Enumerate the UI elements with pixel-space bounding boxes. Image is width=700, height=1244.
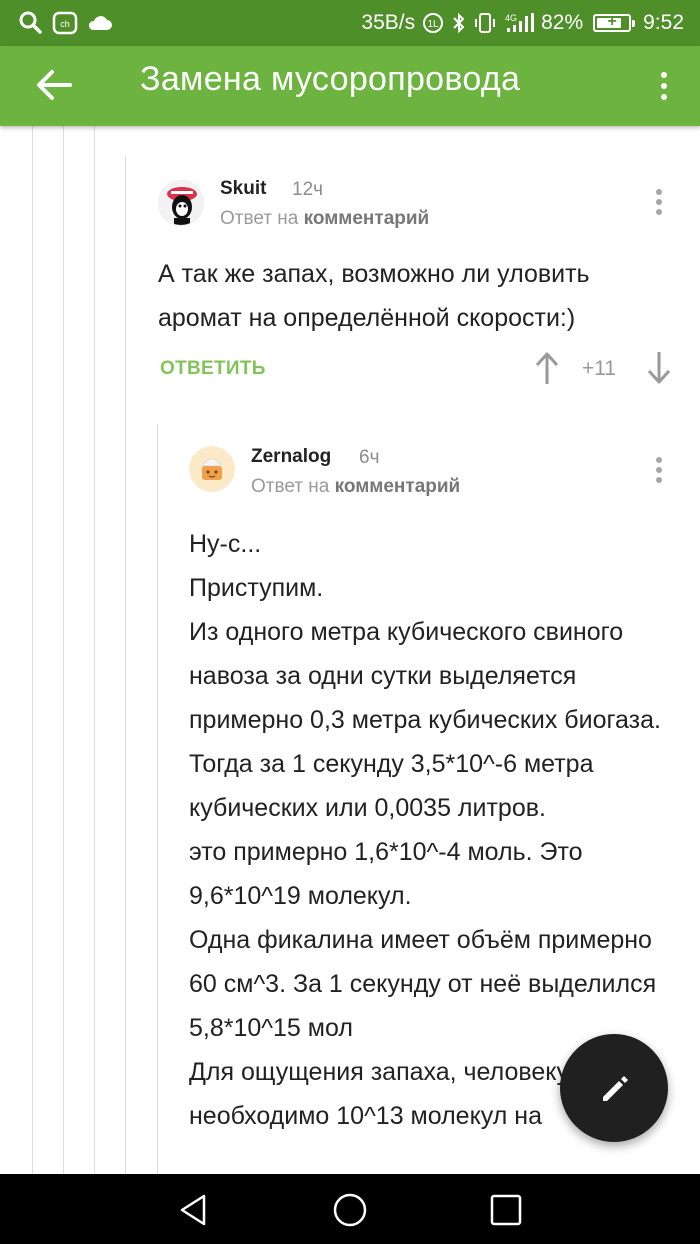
back-triangle-icon[interactable] [176, 1192, 212, 1228]
thread-line [94, 126, 95, 1174]
reply-to-link[interactable]: комментарий [335, 476, 461, 497]
svg-text:4G: 4G [505, 13, 517, 23]
write-comment-button[interactable] [560, 1034, 668, 1142]
svg-text:1L: 1L [428, 19, 440, 30]
clock: 9:52 [643, 11, 684, 34]
battery-percent: 82% [541, 11, 584, 34]
downvote-icon[interactable] [644, 350, 674, 386]
avatar[interactable] [189, 446, 235, 492]
app-icon: ch [52, 11, 78, 35]
reply-button[interactable]: ОТВЕТИТЬ [160, 358, 266, 380]
thread-line [63, 126, 64, 1174]
comment-text: А так же запах, возможно ли уловить аром… [158, 252, 678, 340]
signal-4g-icon: 4G [505, 13, 535, 32]
status-left-icons: ch [18, 9, 114, 37]
comment-author[interactable]: Skuit [220, 178, 266, 200]
comment-time: 6ч [359, 447, 380, 468]
comment-paragraph: Из одного метра кубического свиного наво… [189, 618, 661, 734]
reply-to-prefix: Ответ на [220, 208, 299, 229]
status-right: 35B/s 1L 4G 82% + 9:52 [361, 0, 684, 46]
vote-score: +11 [582, 357, 617, 380]
data-saver-icon: 1L [423, 13, 444, 33]
reply-to-line: Ответ на комментарий [220, 208, 429, 230]
battery-charging-icon: + [593, 13, 636, 32]
reply-to-link[interactable]: комментарий [304, 208, 430, 229]
upvote-icon[interactable] [532, 350, 562, 386]
arrow-back-icon [37, 70, 72, 100]
comment-paragraph: Одна фикалина имеет объём примерно 60 см… [189, 926, 657, 1042]
bluetooth-icon [453, 12, 465, 34]
comment-paragraph: Тогда за 1 секунду 3,5*10^-6 метра кубич… [189, 750, 594, 822]
thread-line [157, 424, 158, 1174]
more-vertical-icon[interactable] [652, 56, 676, 116]
reply-to-prefix: Ответ на [251, 476, 330, 497]
back-button[interactable] [30, 60, 80, 110]
status-bar: ch 35B/s 1L 4G 82% + 9:52 [0, 0, 700, 46]
vibrate-icon [475, 13, 496, 33]
thread-line [32, 126, 33, 1174]
page-title: Замена мусоропровода [140, 60, 521, 98]
comment-paragraph: А так же запах, возможно ли уловить аром… [158, 260, 590, 332]
comment-paragraph: это примерно 1,6*10^-4 моль. Это 9,6*10^… [189, 838, 583, 910]
pencil-icon [603, 1076, 628, 1101]
home-circle-icon[interactable] [332, 1192, 368, 1228]
app-bar: Замена мусоропровода [0, 46, 700, 126]
comment-paragraph: Приступим. [189, 574, 324, 602]
search-icon [19, 11, 42, 34]
network-speed: 35B/s [361, 11, 416, 34]
comment-paragraph: Ну-с... [189, 530, 262, 558]
comment-author[interactable]: Zernalog [251, 446, 331, 468]
thread-line [125, 156, 126, 1174]
avatar[interactable] [158, 180, 204, 226]
comments-thread[interactable]: Skuit 12ч Ответ на комментарий А так же … [0, 126, 700, 1174]
comment-menu-icon[interactable] [649, 182, 669, 222]
svg-text:ch: ch [60, 19, 70, 29]
cloud-icon [88, 16, 112, 30]
recents-square-icon[interactable] [488, 1192, 524, 1228]
comment-menu-icon[interactable] [649, 450, 669, 490]
system-nav-bar [0, 1174, 700, 1244]
comment-time: 12ч [292, 179, 324, 200]
reply-to-line: Ответ на комментарий [251, 476, 460, 498]
